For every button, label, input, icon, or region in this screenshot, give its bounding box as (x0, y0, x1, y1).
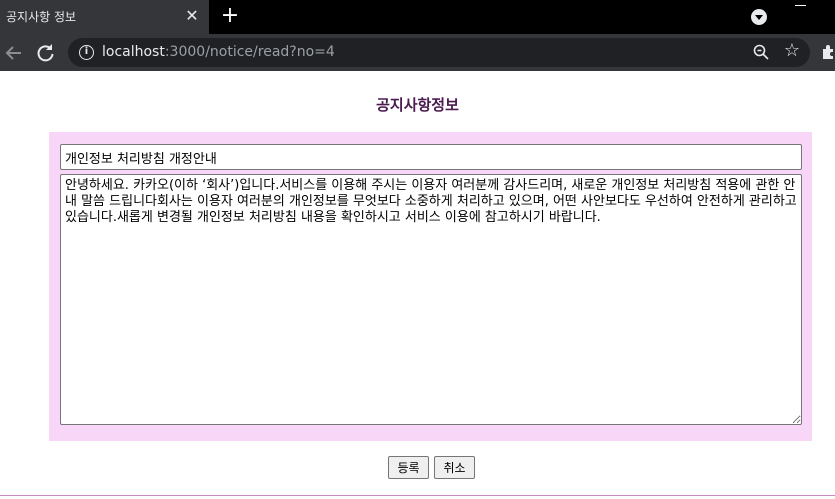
register-button[interactable]: 등록 (388, 456, 429, 479)
url-text[interactable]: localhost:3000/notice/read?no=4 (102, 44, 335, 60)
profile-menu-icon[interactable] (751, 9, 767, 25)
cancel-button[interactable]: 취소 (434, 456, 475, 479)
address-bar[interactable]: i localhost:3000/notice/read?no=4 ☆ (68, 38, 810, 67)
browser-tab-bar: 공지사항 정보 ✕ + (0, 0, 835, 34)
url-path: :3000/notice/read?no=4 (164, 44, 335, 60)
browser-tab[interactable]: 공지사항 정보 ✕ (0, 0, 209, 34)
extensions-icon[interactable] (820, 43, 835, 61)
new-tab-icon[interactable]: + (220, 5, 240, 27)
divider (0, 495, 835, 496)
notice-content-textarea[interactable]: 안녕하세요. 카카오(이하 ‘회사’)입니다.서비스를 이용해 주시는 이용자 … (60, 174, 802, 425)
notice-form-panel: 안녕하세요. 카카오(이하 ‘회사’)입니다.서비스를 이용해 주시는 이용자 … (49, 132, 812, 441)
notice-title-input[interactable] (60, 144, 802, 170)
minimize-icon[interactable] (795, 5, 806, 6)
bookmark-star-icon[interactable]: ☆ (782, 41, 802, 61)
zoom-icon[interactable] (752, 43, 770, 61)
info-icon[interactable]: i (79, 45, 94, 60)
url-host: localhost (102, 44, 165, 60)
browser-toolbar: i localhost:3000/notice/read?no=4 ☆ (0, 34, 835, 71)
reload-icon[interactable] (33, 41, 57, 65)
page-title: 공지사항정보 (376, 96, 459, 114)
close-icon[interactable]: ✕ (184, 8, 200, 24)
back-arrow-icon[interactable] (2, 41, 26, 65)
tab-title: 공지사항 정보 (6, 10, 77, 24)
